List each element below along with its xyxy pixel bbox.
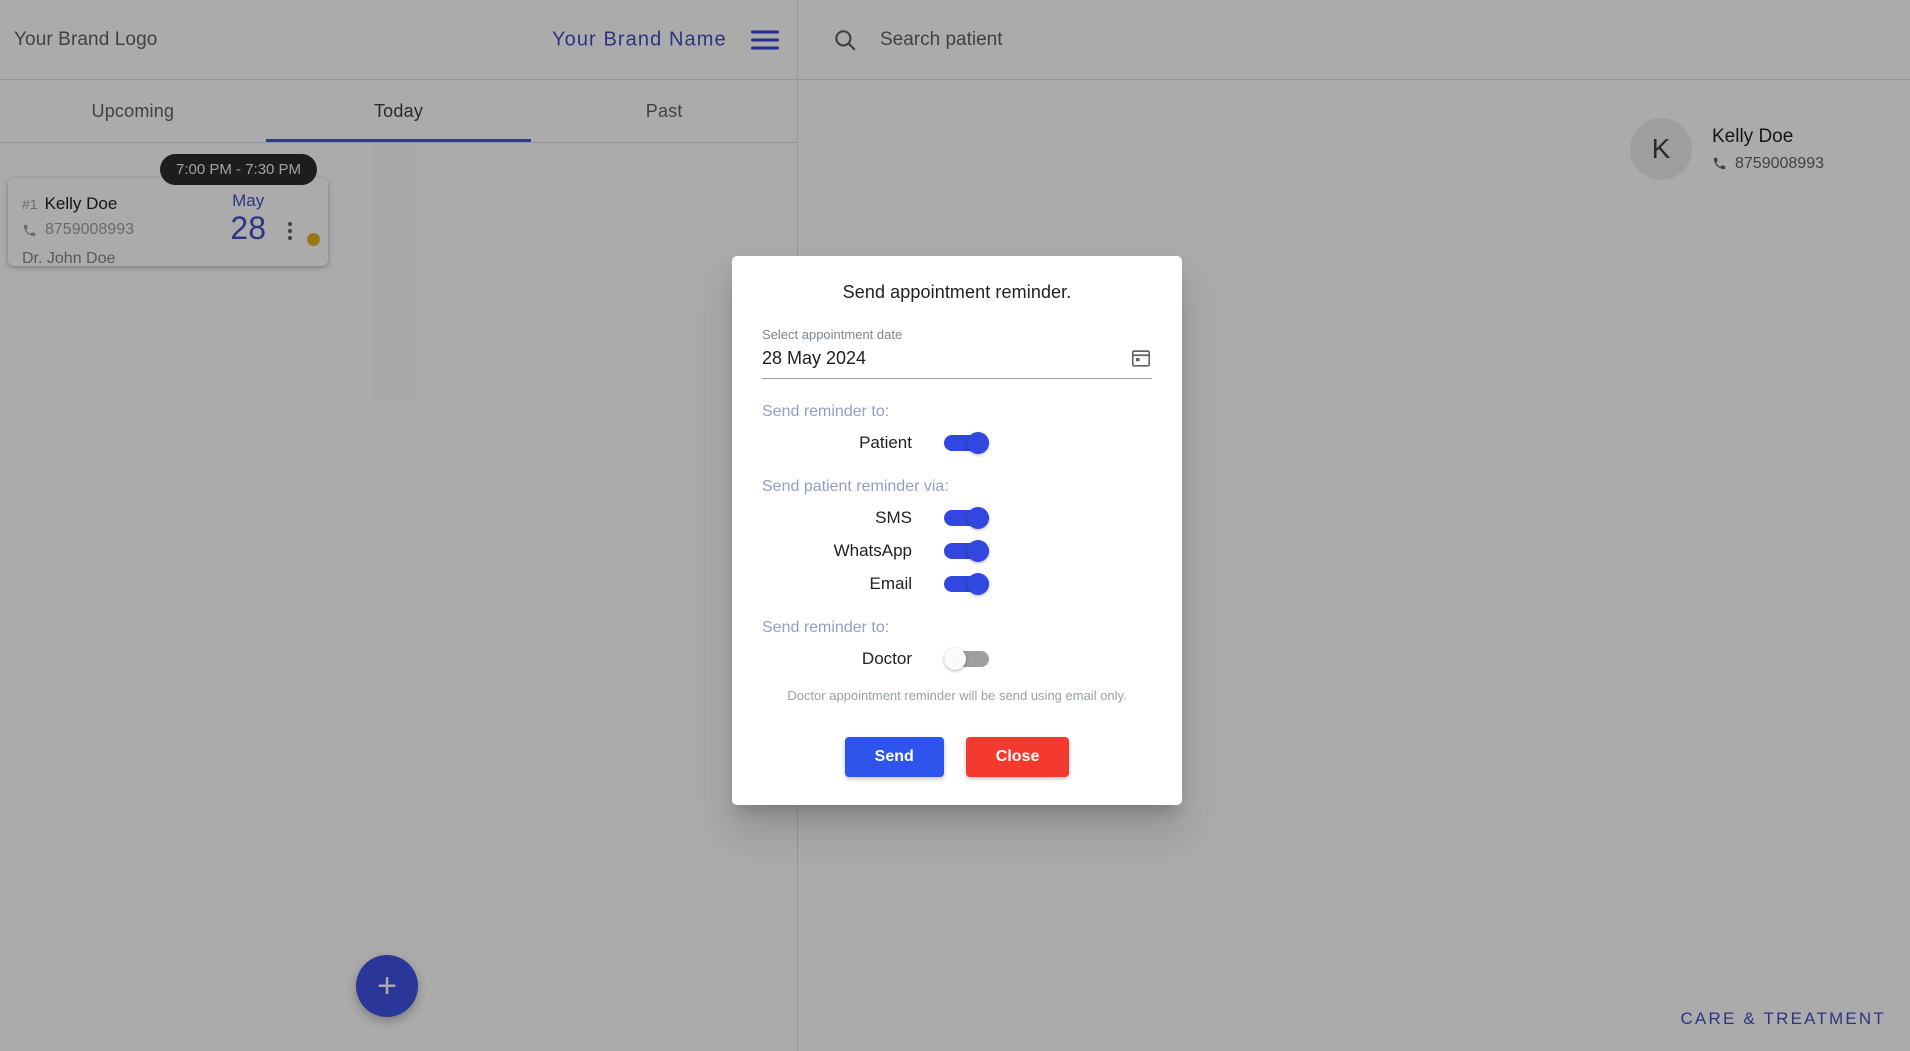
toggle-row-sms: SMS — [762, 507, 1152, 529]
dialog-actions: Send Close — [762, 737, 1152, 777]
toggle-patient[interactable] — [944, 432, 989, 454]
calendar-icon[interactable] — [1130, 347, 1152, 369]
date-field-label: Select appointment date — [762, 327, 903, 342]
toggle-doctor[interactable] — [944, 648, 989, 670]
close-button[interactable]: Close — [965, 737, 1070, 777]
toggle-email[interactable] — [944, 573, 989, 595]
date-field: Select appointment date 28 May 2024 — [762, 327, 1152, 379]
toggle-sms[interactable] — [944, 507, 989, 529]
date-input-row[interactable]: 28 May 2024 — [762, 347, 1152, 379]
send-reminder-dialog: Send appointment reminder. Select appoin… — [732, 256, 1182, 805]
toggle-label-doctor: Doctor — [861, 649, 912, 668]
group-label-patient: Send reminder to: — [762, 403, 890, 420]
toggle-row-patient: Patient — [762, 432, 1152, 454]
app-root: Your Brand Logo Your Brand Name Upcoming… — [0, 0, 1910, 1051]
toggle-label-sms: SMS — [875, 508, 912, 527]
group-label-doctor: Send reminder to: — [762, 619, 890, 636]
send-button[interactable]: Send — [844, 737, 944, 777]
toggle-label-email: Email — [869, 574, 912, 593]
toggle-label-patient: Patient — [859, 433, 912, 452]
toggle-row-doctor: Doctor — [762, 648, 1152, 670]
toggle-row-whatsapp: WhatsApp — [762, 540, 1152, 562]
toggle-row-email: Email — [762, 573, 1152, 595]
date-value[interactable]: 28 May 2024 — [762, 348, 866, 369]
toggle-whatsapp[interactable] — [944, 540, 989, 562]
doctor-helper-text: Doctor appointment reminder will be send… — [787, 688, 1127, 703]
group-label-via: Send patient reminder via: — [762, 478, 949, 495]
toggle-label-whatsapp: WhatsApp — [833, 541, 912, 560]
dialog-title: Send appointment reminder. — [842, 282, 1072, 302]
